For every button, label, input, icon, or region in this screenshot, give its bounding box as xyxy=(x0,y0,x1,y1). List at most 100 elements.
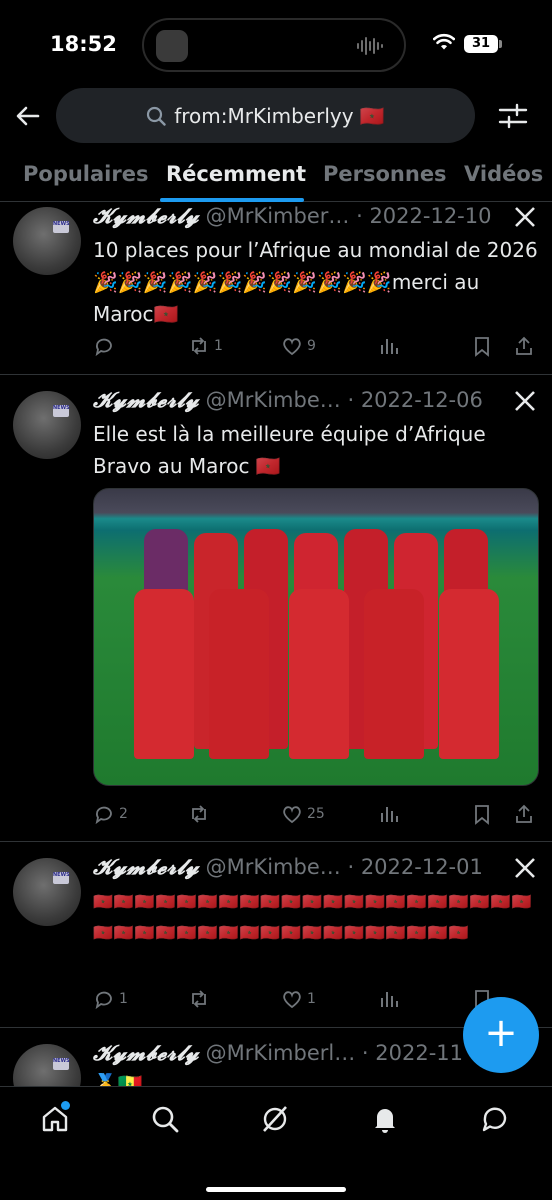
tweet[interactable]: NEWS 𝓚𝔂𝓶𝓫𝓮𝓻𝓵𝔂 @MrKimbe… · 2022-12-01 🇲🇦🇲… xyxy=(0,842,552,1028)
x-logo-icon xyxy=(515,207,535,227)
reply-icon xyxy=(95,806,112,825)
reply-icon xyxy=(95,991,112,1010)
tab-populaires[interactable]: Populaires xyxy=(23,162,148,186)
plus-icon: + xyxy=(484,1010,518,1056)
retweet-icon xyxy=(192,990,206,1008)
compose-post-button[interactable]: + xyxy=(463,997,539,1073)
reply-count: 1 xyxy=(119,991,128,1007)
tab-videos[interactable]: Vidéos xyxy=(464,162,543,186)
tweet-date: 2022-11 xyxy=(375,1041,464,1065)
bell-icon[interactable] xyxy=(369,1103,401,1135)
tweet-actions: 2 25 xyxy=(93,799,543,829)
like-count: 9 xyxy=(307,338,316,354)
views-button[interactable] xyxy=(378,984,400,1014)
search-tabs: Populaires Récemment Personnes Vidéos xyxy=(0,150,552,202)
like-count: 25 xyxy=(307,806,325,822)
heart-icon xyxy=(283,806,301,824)
team-photo[interactable] xyxy=(93,488,539,786)
reply-count: 2 xyxy=(119,806,128,822)
x-logo-icon xyxy=(515,391,535,411)
tweet-meta: 𝓚𝔂𝓶𝓫𝓮𝓻𝓵𝔂 @MrKimber… · 2022-12-10 xyxy=(93,203,513,233)
views-button[interactable] xyxy=(378,331,400,361)
avatar[interactable]: NEWS xyxy=(13,858,81,926)
wifi-icon xyxy=(433,33,455,50)
reply-button[interactable]: 1 xyxy=(93,984,128,1014)
bar-chart-icon xyxy=(381,807,398,822)
tweet-text: Elle est là la meilleure équipe d’Afriqu… xyxy=(93,422,486,478)
notification-dot xyxy=(61,1101,70,1110)
share-button[interactable] xyxy=(513,331,535,361)
retweet-button[interactable] xyxy=(188,984,214,1014)
like-button[interactable]: 9 xyxy=(281,331,316,361)
tab-personnes[interactable]: Personnes xyxy=(323,162,447,186)
search-query: from:MrKimberlyy 🇲🇦 xyxy=(174,103,385,128)
share-icon xyxy=(516,804,532,823)
bar-chart-icon xyxy=(381,339,398,354)
user-handle: @MrKimberl… xyxy=(205,1041,356,1065)
grok-icon[interactable] xyxy=(259,1103,291,1135)
user-handle: @MrKimbe… xyxy=(205,388,341,412)
bookmark-button[interactable] xyxy=(471,331,493,361)
meta-separator: · xyxy=(356,204,363,228)
filter-settings-icon[interactable] xyxy=(498,102,528,130)
battery-indicator: 31 xyxy=(464,35,498,53)
tweet-date: 2022-12-01 xyxy=(360,855,483,879)
bookmark-icon xyxy=(475,337,489,357)
bottom-navigation xyxy=(0,1086,552,1200)
retweet-button[interactable]: 1 xyxy=(188,331,223,361)
search-header: from:MrKimberlyy 🇲🇦 xyxy=(0,88,552,148)
retweet-button[interactable] xyxy=(188,799,214,829)
tweet[interactable]: NEWS 𝓚𝔂𝓶𝓫𝓮𝓻𝓵𝔂 @MrKimbe… · 2022-12-06 Ell… xyxy=(0,375,552,842)
like-button[interactable]: 25 xyxy=(281,799,325,829)
messages-icon[interactable] xyxy=(479,1103,511,1135)
dynamic-island xyxy=(142,18,406,72)
tweet-text: 🇲🇦🇲🇦🇲🇦🇲🇦🇲🇦🇲🇦🇲🇦🇲🇦🇲🇦🇲🇦🇲🇦🇲🇦🇲🇦🇲🇦🇲🇦🇲🇦🇲🇦🇲🇦🇲🇦🇲🇦… xyxy=(93,892,533,942)
bar-chart-icon xyxy=(381,992,398,1007)
display-name[interactable]: 𝓚𝔂𝓶𝓫𝓮𝓻𝓵𝔂 xyxy=(93,1040,199,1065)
x-logo-icon xyxy=(515,858,535,878)
avatar[interactable]: NEWS xyxy=(13,391,81,459)
back-arrow-icon[interactable] xyxy=(12,100,44,132)
tweet-text: 10 places pour l’Afrique au mondial de 2… xyxy=(93,238,538,326)
tweet-date: 2022-12-06 xyxy=(360,388,483,412)
tweet-meta: 𝓚𝔂𝓶𝓫𝓮𝓻𝓵𝔂 @MrKimbe… · 2022-12-01 xyxy=(93,854,513,884)
search-results-feed: NEWS 𝓚𝔂𝓶𝓫𝓮𝓻𝓵𝔂 @MrKimber… · 2022-12-10 10… xyxy=(0,203,552,1086)
avatar[interactable]: NEWS xyxy=(13,207,81,275)
tweet-meta: 𝓚𝔂𝓶𝓫𝓮𝓻𝓵𝔂 @MrKimbe… · 2022-12-06 xyxy=(93,387,513,417)
retweet-icon xyxy=(192,805,206,823)
reply-button[interactable]: 2 xyxy=(93,799,128,829)
tweet-date: 2022-12-10 xyxy=(369,204,492,228)
audio-wave-icon xyxy=(357,37,383,55)
user-handle: @MrKimbe… xyxy=(205,855,341,879)
search-input[interactable]: from:MrKimberlyy 🇲🇦 xyxy=(56,88,475,143)
display-name[interactable]: 𝓚𝔂𝓶𝓫𝓮𝓻𝓵𝔂 xyxy=(93,387,199,412)
heart-icon xyxy=(283,338,301,356)
meta-separator: · xyxy=(347,855,355,879)
home-indicator xyxy=(206,1187,346,1192)
like-count: 1 xyxy=(307,991,316,1007)
tab-recemment[interactable]: Récemment xyxy=(166,162,306,186)
like-button[interactable]: 1 xyxy=(281,984,316,1014)
tweet[interactable]: NEWS 𝓚𝔂𝓶𝓫𝓮𝓻𝓵𝔂 @MrKimber… · 2022-12-10 10… xyxy=(0,203,552,375)
active-tab-indicator xyxy=(160,198,304,202)
share-button[interactable] xyxy=(513,799,535,829)
status-time: 18:52 xyxy=(50,32,117,56)
bookmark-button[interactable] xyxy=(471,799,493,829)
meta-separator: · xyxy=(347,388,355,412)
battery-tip xyxy=(499,40,502,48)
reply-button[interactable] xyxy=(93,331,119,361)
status-bar: 18:52 31 xyxy=(0,0,552,88)
user-handle: @MrKimber… xyxy=(205,204,350,228)
meta-separator: · xyxy=(361,1041,369,1065)
display-name[interactable]: 𝓚𝔂𝓶𝓫𝓮𝓻𝓵𝔂 xyxy=(93,854,199,879)
retweet-count: 1 xyxy=(214,338,223,354)
display-name[interactable]: 𝓚𝔂𝓶𝓫𝓮𝓻𝓵𝔂 xyxy=(93,203,199,228)
search-icon xyxy=(147,106,166,126)
now-playing-artwork xyxy=(156,30,188,62)
views-button[interactable] xyxy=(378,799,400,829)
avatar[interactable]: NEWS xyxy=(13,1044,81,1086)
search-icon[interactable] xyxy=(149,1103,181,1135)
bookmark-icon xyxy=(475,805,489,825)
share-icon xyxy=(516,336,532,355)
tweet-meta: 𝓚𝔂𝓶𝓫𝓮𝓻𝓵𝔂 @MrKimberl… · 2022-11 xyxy=(93,1040,513,1070)
